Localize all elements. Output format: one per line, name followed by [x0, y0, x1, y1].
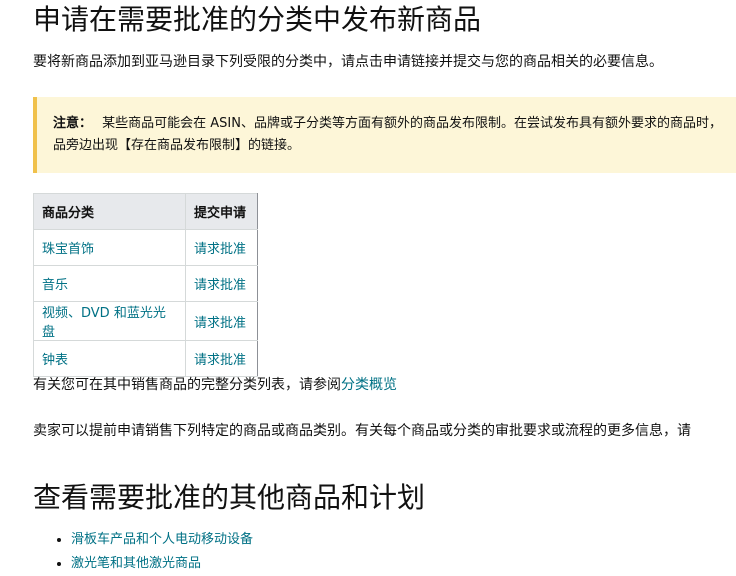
request-approval-link-jewelry[interactable]: 请求批准 [194, 242, 246, 257]
category-link-watches[interactable]: 钟表 [42, 353, 68, 368]
note-box: 注意： 某些商品可能会在 ASIN、品牌或子分类等方面有额外的商品发布限制。在尝… [33, 97, 736, 173]
intro-text: 要将新商品添加到亚马逊目录下列受限的分类中，请点击申请链接并提交与您的商品相关的… [33, 54, 663, 70]
scooter-products-link[interactable]: 滑板车产品和个人电动移动设备 [71, 532, 253, 547]
column-header-submit: 提交申请 [185, 193, 258, 230]
category-table: 商品分类 提交申请 珠宝首饰 请求批准 音乐 请求批准 视频、DVD 和蓝光光盘… [33, 193, 258, 377]
column-header-category: 商品分类 [33, 193, 186, 230]
list-item: 激光笔和其他激光商品 [71, 552, 253, 576]
note-line-1: 某些商品可能会在 ASIN、品牌或子分类等方面有额外的商品发布限制。在尝试发布具… [102, 116, 722, 131]
list-item: 滑板车产品和个人电动移动设备 [71, 528, 253, 552]
category-link-jewelry[interactable]: 珠宝首饰 [42, 242, 94, 257]
laser-products-link[interactable]: 激光笔和其他激光商品 [71, 556, 201, 571]
table-row: 钟表 请求批准 [33, 340, 258, 377]
overview-prefix: 有关您可在其中销售商品的完整分类列表，请参阅 [33, 377, 341, 393]
request-approval-link-music[interactable]: 请求批准 [194, 278, 246, 293]
note-line-2: 品旁边出现【存在商品发布限制】的链接。 [53, 138, 301, 153]
section-title-other-products: 查看需要批准的其他商品和计划 [33, 481, 426, 514]
table-row: 珠宝首饰 请求批准 [33, 229, 258, 266]
category-link-music[interactable]: 音乐 [42, 278, 68, 293]
page-title: 申请在需要批准的分类中发布新商品 [33, 3, 482, 36]
overview-text: 有关您可在其中销售商品的完整分类列表，请参阅分类概览 [33, 375, 397, 395]
category-link-video-dvd[interactable]: 视频、DVD 和蓝光光盘 [42, 306, 166, 340]
table-row: 音乐 请求批准 [33, 265, 258, 302]
note-text: 注意： 某些商品可能会在 ASIN、品牌或子分类等方面有额外的商品发布限制。在尝… [53, 113, 722, 157]
note-label: 注意： [53, 116, 93, 131]
request-approval-link-watches[interactable]: 请求批准 [194, 353, 246, 368]
request-approval-link-video-dvd[interactable]: 请求批准 [194, 316, 246, 331]
other-products-list: 滑板车产品和个人电动移动设备 激光笔和其他激光商品 [33, 528, 253, 576]
category-overview-link[interactable]: 分类概览 [341, 377, 397, 393]
table-header-row: 商品分类 提交申请 [33, 193, 258, 230]
table-row: 视频、DVD 和蓝光光盘 请求批准 [33, 301, 258, 341]
sellers-text: 卖家可以提前申请销售下列特定的商品或商品类别。有关每个商品或分类的审批要求或流程… [33, 423, 691, 439]
